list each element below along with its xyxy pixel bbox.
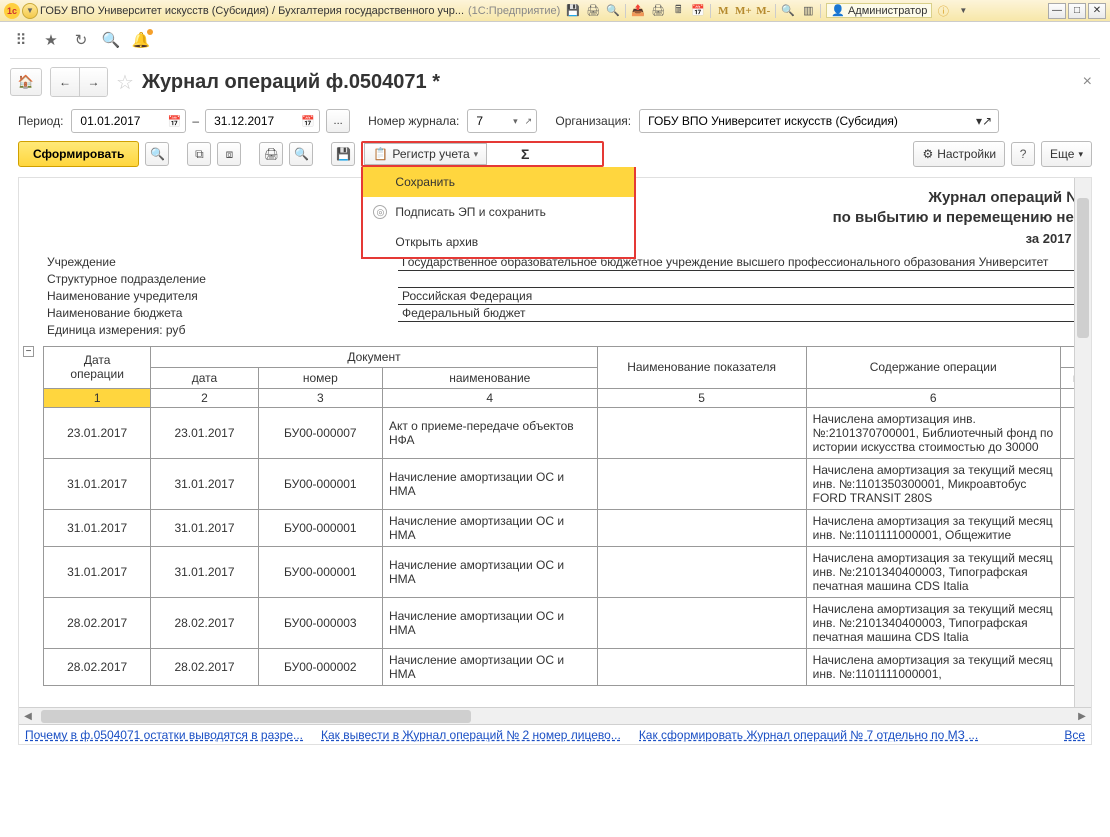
calendar-icon[interactable]: 📅 xyxy=(168,115,182,128)
dropdown-sign[interactable]: ◎Подписать ЭП и сохранить xyxy=(363,197,634,227)
table-row[interactable]: 31.01.201731.01.2017БУ00-000001Начислени… xyxy=(44,458,1093,509)
m-plus-icon[interactable]: M+ xyxy=(734,3,752,19)
zoom-icon[interactable]: 🔍 xyxy=(779,3,797,19)
open-ext-icon[interactable]: ↗ xyxy=(982,114,992,128)
titlebar-toolbar: 💾 🖨 🔍 📤 🖨 🖩 📅 M M+ M- 🔍 ▥ 👤Администратор… xyxy=(564,3,972,19)
app-logo-icon: 1c xyxy=(4,3,20,19)
chevron-down-icon[interactable]: ▾ xyxy=(509,116,521,127)
nav-back-button[interactable]: ← xyxy=(51,68,79,96)
main-toolbar: ⠿ ★ ↻ 🔍 🔔 xyxy=(0,22,1110,58)
report-area: − Журнал операций №по выбытию и перемеще… xyxy=(18,177,1092,745)
page-title: Журнал операций ф.0504071 * xyxy=(142,71,440,94)
filter-bar: Период: 📅 – 📅 ... Номер журнала: ▾↗ Орга… xyxy=(0,105,1110,137)
tab-header: 🏠 ← → ☆ Журнал операций ф.0504071 * × xyxy=(0,59,1110,105)
table-row[interactable]: 23.01.201723.01.2017БУ00-000007Акт о при… xyxy=(44,407,1093,458)
col-doc: Документ xyxy=(151,346,597,367)
window-subtitle: (1С:Предприятие) xyxy=(468,5,560,17)
chevron-down-icon: ▾ xyxy=(474,149,479,160)
generate-button[interactable]: Сформировать xyxy=(18,141,139,167)
print2-button[interactable]: 🖨 xyxy=(259,142,283,166)
titlebar: 1c ▼ ГОБУ ВПО Университет искусств (Субс… xyxy=(0,0,1110,22)
send-up-icon[interactable]: 📤 xyxy=(629,3,647,19)
hint-bar: Почему в ф.0504071 остатки выводятся в р… xyxy=(19,724,1091,744)
action-toolbar: Сформировать 🔍 ⧉ ⧈ 🖨 🔍 💾 📋Регистр учета▾… xyxy=(0,137,1110,171)
close-button[interactable]: ✕ xyxy=(1088,3,1106,19)
sigma-label[interactable]: Σ xyxy=(508,146,542,162)
collapse-button[interactable]: ⧈ xyxy=(217,142,241,166)
report-meta: УчреждениеГосударственное образовательно… xyxy=(43,254,1087,338)
date-from-input[interactable]: 📅 xyxy=(71,109,186,133)
doc-print-icon[interactable]: 🖨 xyxy=(649,3,667,19)
dropdown-archive[interactable]: Открыть архив xyxy=(363,227,634,257)
user-name: Администратор xyxy=(848,5,927,17)
org-input[interactable]: ▾↗ xyxy=(639,109,999,133)
period-picker-button[interactable]: ... xyxy=(326,109,350,133)
report-table: Дата операции Документ Наименование пока… xyxy=(43,346,1092,686)
hint-link-1[interactable]: Почему в ф.0504071 остатки выводятся в р… xyxy=(25,728,303,742)
calendar-icon[interactable]: 📅 xyxy=(301,115,315,128)
journal-label: Номер журнала: xyxy=(368,114,459,128)
home-button[interactable]: 🏠 xyxy=(10,68,42,96)
date-to-input[interactable]: 📅 xyxy=(205,109,320,133)
settings-button[interactable]: ⚙Настройки xyxy=(913,141,1005,167)
more-button[interactable]: Еще▾ xyxy=(1041,141,1092,167)
vertical-scrollbar[interactable] xyxy=(1074,178,1091,707)
horizontal-scrollbar[interactable]: ◀▶ xyxy=(19,707,1091,724)
user-chip[interactable]: 👤Администратор xyxy=(826,3,932,18)
history-icon[interactable]: ↻ xyxy=(72,31,90,49)
open-ext-icon[interactable]: ↗ xyxy=(522,116,534,127)
expand-button[interactable]: ⧉ xyxy=(187,142,211,166)
hint-link-2[interactable]: Как вывести в Журнал операций № 2 номер … xyxy=(321,728,621,742)
preview-icon[interactable]: 🔍 xyxy=(604,3,622,19)
print-icon[interactable]: 🖨 xyxy=(584,3,602,19)
favorite-icon[interactable]: ★ xyxy=(42,31,60,49)
save-icon[interactable]: 💾 xyxy=(564,3,582,19)
table-row[interactable]: 28.02.201728.02.2017БУ00-000002Начислени… xyxy=(44,648,1093,685)
col-indicator: Наименование показателя xyxy=(597,346,806,388)
hint-link-3[interactable]: Как сформировать Журнал операций № 7 отд… xyxy=(639,728,978,742)
col-content: Содержание операции xyxy=(806,346,1060,388)
help-button[interactable]: ? xyxy=(1011,142,1035,166)
bell-icon[interactable]: 🔔 xyxy=(132,31,150,49)
table-row[interactable]: 31.01.201731.01.2017БУ00-000001Начислени… xyxy=(44,509,1093,546)
dropdown-save[interactable]: Сохранить xyxy=(363,167,634,197)
calc-icon[interactable]: 🖩 xyxy=(669,3,687,19)
m-icon[interactable]: M xyxy=(714,3,732,19)
search-icon[interactable]: 🔍 xyxy=(102,31,120,49)
org-label: Организация: xyxy=(555,114,631,128)
info-dd-icon[interactable]: ▼ xyxy=(954,3,972,19)
table-row[interactable]: 31.01.201731.01.2017БУ00-000001Начислени… xyxy=(44,546,1093,597)
settings-icon: ⚙ xyxy=(922,147,933,161)
calendar-icon[interactable]: 📅 xyxy=(689,3,707,19)
window-title: ГОБУ ВПО Университет искусств (Субсидия)… xyxy=(40,5,464,17)
user-icon: 👤 xyxy=(831,4,845,17)
stamp-icon: ◎ xyxy=(373,205,387,219)
maximize-button[interactable]: □ xyxy=(1068,3,1086,19)
registry-dropdown: Сохранить ◎Подписать ЭП и сохранить Откр… xyxy=(361,167,636,259)
chevron-down-icon: ▾ xyxy=(1078,149,1083,160)
preview2-button[interactable]: 🔍 xyxy=(289,142,313,166)
registry-button[interactable]: 📋Регистр учета▾ xyxy=(364,143,487,165)
apps-icon[interactable]: ⠿ xyxy=(12,31,30,49)
nav-arrows: ← → xyxy=(50,67,108,97)
registry-group: 📋Регистр учета▾ Σ Сохранить ◎Подписать Э… xyxy=(361,141,604,167)
col-opdate: Дата операции xyxy=(44,346,151,388)
nav-forward-button[interactable]: → xyxy=(79,68,107,96)
collapse-tree-icon[interactable]: − xyxy=(23,346,34,357)
table-row[interactable]: 28.02.201728.02.2017БУ00-000003Начислени… xyxy=(44,597,1093,648)
app-menu-icon[interactable]: ▼ xyxy=(22,3,38,19)
tab-close-button[interactable]: × xyxy=(1083,73,1092,91)
journal-number-input[interactable]: ▾↗ xyxy=(467,109,537,133)
period-label: Период: xyxy=(18,114,63,128)
panes-icon[interactable]: ▥ xyxy=(799,3,817,19)
m-minus-icon[interactable]: M- xyxy=(754,3,772,19)
save-disk-button[interactable]: 💾 xyxy=(331,142,355,166)
info-icon[interactable]: ⓘ xyxy=(934,3,952,19)
find-button[interactable]: 🔍 xyxy=(145,142,169,166)
hint-all-link[interactable]: Все xyxy=(1064,728,1085,742)
minimize-button[interactable]: — xyxy=(1048,3,1066,19)
star-outline-icon[interactable]: ☆ xyxy=(116,70,134,95)
